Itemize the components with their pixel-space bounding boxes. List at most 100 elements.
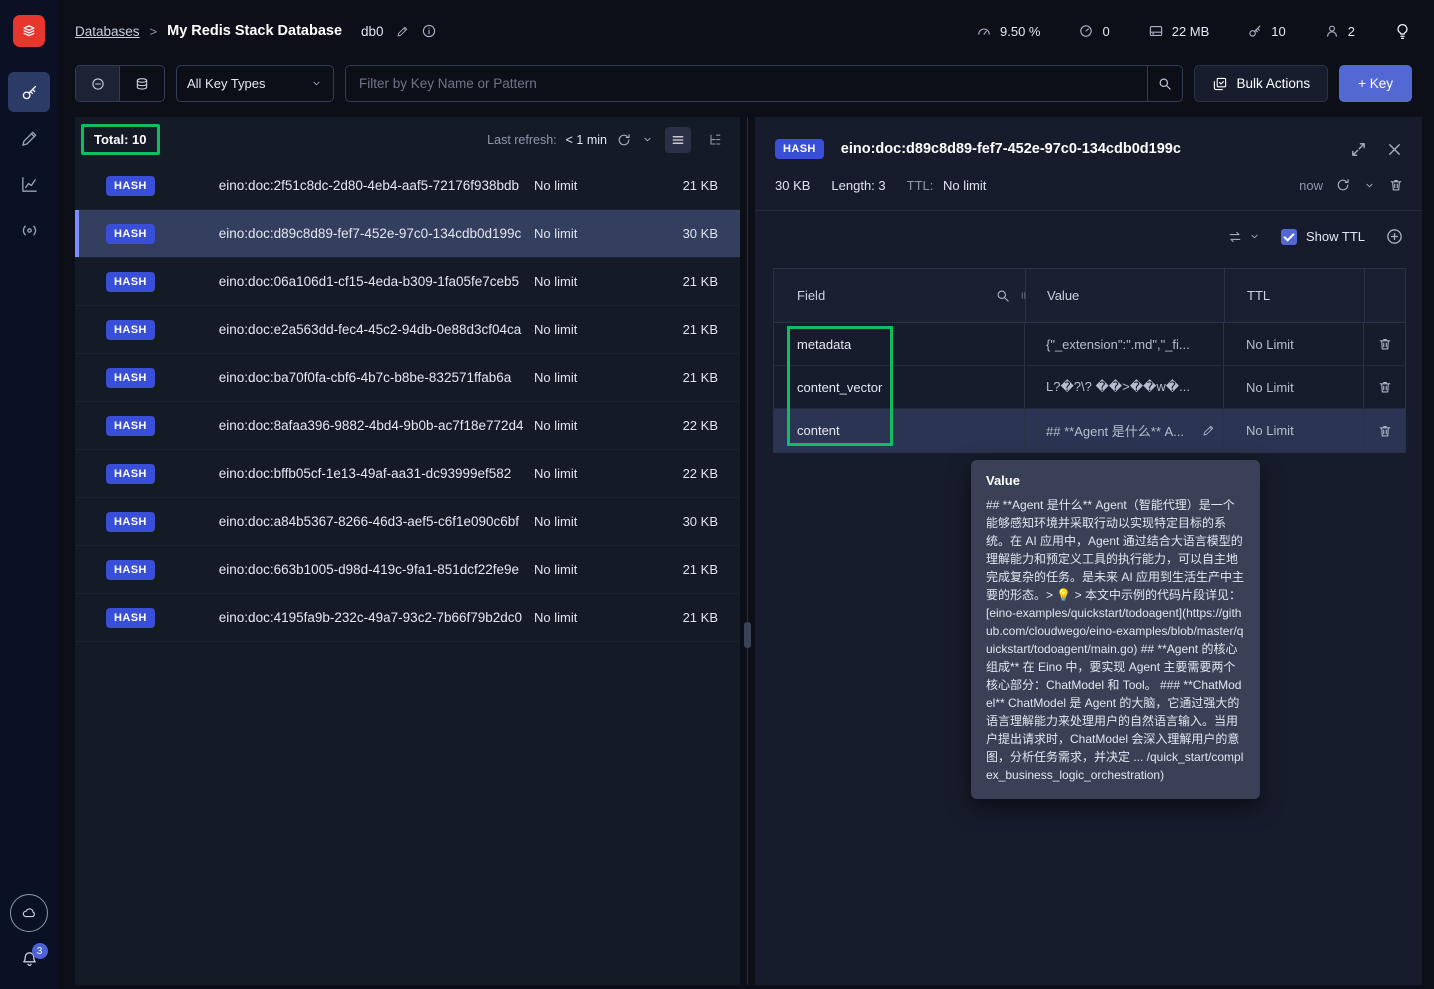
key-type-dropdown-value: All Key Types	[187, 76, 266, 91]
key-type-badge: HASH	[106, 367, 155, 388]
delete-field-button[interactable]	[1377, 336, 1393, 352]
fields-table-header: Field Value TTL	[773, 268, 1406, 323]
notifications-button[interactable]: 3	[20, 943, 48, 969]
detail-header: HASH eino:doc:d89c8d89-fef7-452e-97c0-13…	[755, 117, 1422, 159]
insights-button[interactable]	[1393, 22, 1412, 41]
field-row[interactable]: content_vector L?�?\? ��>��w�... No Limit	[774, 366, 1405, 409]
search-indexes-toggle[interactable]	[120, 66, 164, 101]
commands-speed-icon	[1078, 23, 1094, 39]
chevron-down-icon	[310, 77, 323, 90]
key-row[interactable]: HASH eino:doc:4195fa9b-232c-49a7-93c2-7b6…	[75, 594, 740, 642]
key-name: eino:doc:4195fa9b-232c-49a7-93c2-7b66f79…	[218, 610, 523, 625]
browser-key-icon	[20, 83, 39, 102]
key-search-box	[345, 65, 1183, 102]
clients-user-icon	[1324, 23, 1340, 39]
refresh-timestamp: now	[1299, 177, 1323, 193]
key-row[interactable]: HASH eino:doc:a84b5367-8266-46d3-aef5-c6f…	[75, 498, 740, 546]
add-key-button[interactable]: + Key	[1339, 65, 1412, 102]
detail-meta-row: 30 KB Length: 3 TTL: No limit now	[755, 159, 1422, 193]
key-size: 21 KB	[682, 322, 718, 337]
clients-stat: 2	[1324, 23, 1355, 39]
key-type-badge: HASH	[106, 319, 155, 340]
database-info-button[interactable]	[421, 23, 437, 39]
refresh-key-button[interactable]	[1335, 177, 1351, 193]
key-type-badge: HASH	[106, 559, 155, 580]
column-resize-handle[interactable]	[1017, 289, 1030, 302]
tooltip-title: Value	[986, 473, 1020, 488]
redis-logo	[13, 15, 45, 47]
key-name: eino:doc:bffb05cf-1e13-49af-aa31-dc93999…	[218, 466, 512, 481]
close-panel-button[interactable]	[1385, 140, 1404, 159]
key-ttl: No limit	[534, 418, 578, 433]
key-name: eino:doc:e2a563dd-fec4-45c2-94db-0e88d3c…	[218, 322, 522, 337]
key-row[interactable]: HASH eino:doc:8afaa396-9882-4bd4-9b0b-ac7…	[75, 402, 740, 450]
pubsub-broadcast-icon	[20, 221, 39, 240]
checkbox-checked-icon	[1280, 228, 1297, 245]
tree-view-button[interactable]	[702, 127, 728, 153]
add-field-button[interactable]	[1385, 227, 1404, 246]
cloud-button[interactable]	[10, 894, 48, 932]
key-type-dropdown[interactable]: All Key Types	[176, 65, 334, 102]
bulk-actions-button[interactable]: Bulk Actions	[1193, 65, 1329, 102]
breadcrumb-databases-link[interactable]: Databases	[75, 24, 140, 39]
field-ttl: No Limit	[1224, 323, 1364, 365]
key-row[interactable]: HASH eino:doc:06a106d1-cf15-4eda-b309-1fa…	[75, 258, 740, 306]
key-row[interactable]: HASH eino:doc:663b1005-d98d-419c-9fa1-851…	[75, 546, 740, 594]
key-type-badge: HASH	[106, 271, 155, 292]
key-size: 21 KB	[682, 562, 718, 577]
breadcrumb-separator: >	[149, 23, 158, 39]
delete-field-button[interactable]	[1377, 423, 1393, 439]
key-row[interactable]: HASH eino:doc:d89c8d89-fef7-452e-97c0-134…	[75, 210, 740, 258]
clients-value: 2	[1347, 23, 1355, 39]
field-ttl: No Limit	[1224, 366, 1364, 408]
resizer-handle[interactable]	[744, 622, 751, 648]
key-row[interactable]: HASH eino:doc:e2a563dd-fec4-45c2-94db-0e8…	[75, 306, 740, 354]
expand-panel-button[interactable]	[1349, 140, 1368, 159]
field-search-button[interactable]	[995, 288, 1011, 304]
sidebar-item-pubsub[interactable]	[8, 210, 50, 250]
key-ttl: No limit	[534, 226, 578, 241]
key-row[interactable]: HASH eino:doc:2f51c8dc-2d80-4eb4-aaf5-721…	[75, 162, 740, 210]
topbar: Databases > My Redis Stack Database db0 …	[58, 0, 1434, 62]
field-row[interactable]: content ## **Agent 是什么** A... No Limit	[774, 409, 1405, 452]
list-view-button[interactable]	[665, 126, 691, 153]
tooltip-text: ## **Agent 是什么** Agent（智能代理）是一个能够感知环境并采取…	[986, 498, 1245, 782]
filter-by-type-toggle[interactable]	[76, 66, 120, 101]
delete-field-button[interactable]	[1377, 379, 1393, 395]
key-ttl: No limit	[534, 322, 578, 337]
delete-key-button[interactable]	[1388, 177, 1404, 193]
key-type-badge: HASH	[106, 463, 155, 484]
sidebar-item-browser[interactable]	[8, 72, 50, 112]
memory-stat: 22 MB	[1148, 23, 1209, 39]
refresh-options-chevron[interactable]	[641, 133, 654, 146]
detail-key-name: eino:doc:d89c8d89-fef7-452e-97c0-134cdb0…	[840, 141, 1181, 157]
key-size: 22 KB	[682, 418, 718, 433]
key-type-badge: HASH	[106, 607, 155, 628]
field-row[interactable]: metadata {"_extension":".md","_fi... No Li…	[774, 323, 1405, 366]
field-value: L?�?\? ��>��w�...	[1046, 379, 1190, 394]
refresh-key-options-chevron[interactable]	[1363, 179, 1376, 192]
key-size: 21 KB	[682, 178, 718, 193]
chevron-down-icon	[1248, 230, 1261, 243]
key-name: eino:doc:8afaa396-9882-4bd4-9b0b-ac7f18e…	[218, 418, 524, 433]
edit-database-button[interactable]	[396, 25, 409, 38]
coins-icon	[134, 76, 150, 92]
value-format-button[interactable]	[1227, 229, 1261, 245]
show-ttl-checkbox[interactable]: Show TTL	[1280, 228, 1365, 245]
key-search-input[interactable]	[346, 66, 1147, 101]
key-row[interactable]: HASH eino:doc:ba70f0fa-cbf6-4b7c-b8be-832…	[75, 354, 740, 402]
key-size-value: 30 KB	[775, 177, 811, 193]
edit-value-button[interactable]	[1202, 424, 1215, 437]
panel-resizer[interactable]	[740, 117, 755, 985]
search-button[interactable]	[1146, 66, 1182, 101]
sidebar-item-workbench[interactable]	[8, 118, 50, 158]
database-stats: 9.50 % 0 22 MB 10 2	[976, 22, 1412, 41]
sidebar-item-analytics[interactable]	[8, 164, 50, 204]
detail-controls: Show TTL	[755, 211, 1422, 260]
key-ttl: No limit	[534, 610, 578, 625]
key-row[interactable]: HASH eino:doc:bffb05cf-1e13-49af-aa31-dc9…	[75, 450, 740, 498]
refresh-keys-button[interactable]	[616, 132, 632, 148]
commands-stat: 0	[1078, 23, 1110, 39]
field-ttl: No Limit	[1224, 409, 1364, 452]
last-refresh-value: < 1 min	[565, 132, 607, 147]
